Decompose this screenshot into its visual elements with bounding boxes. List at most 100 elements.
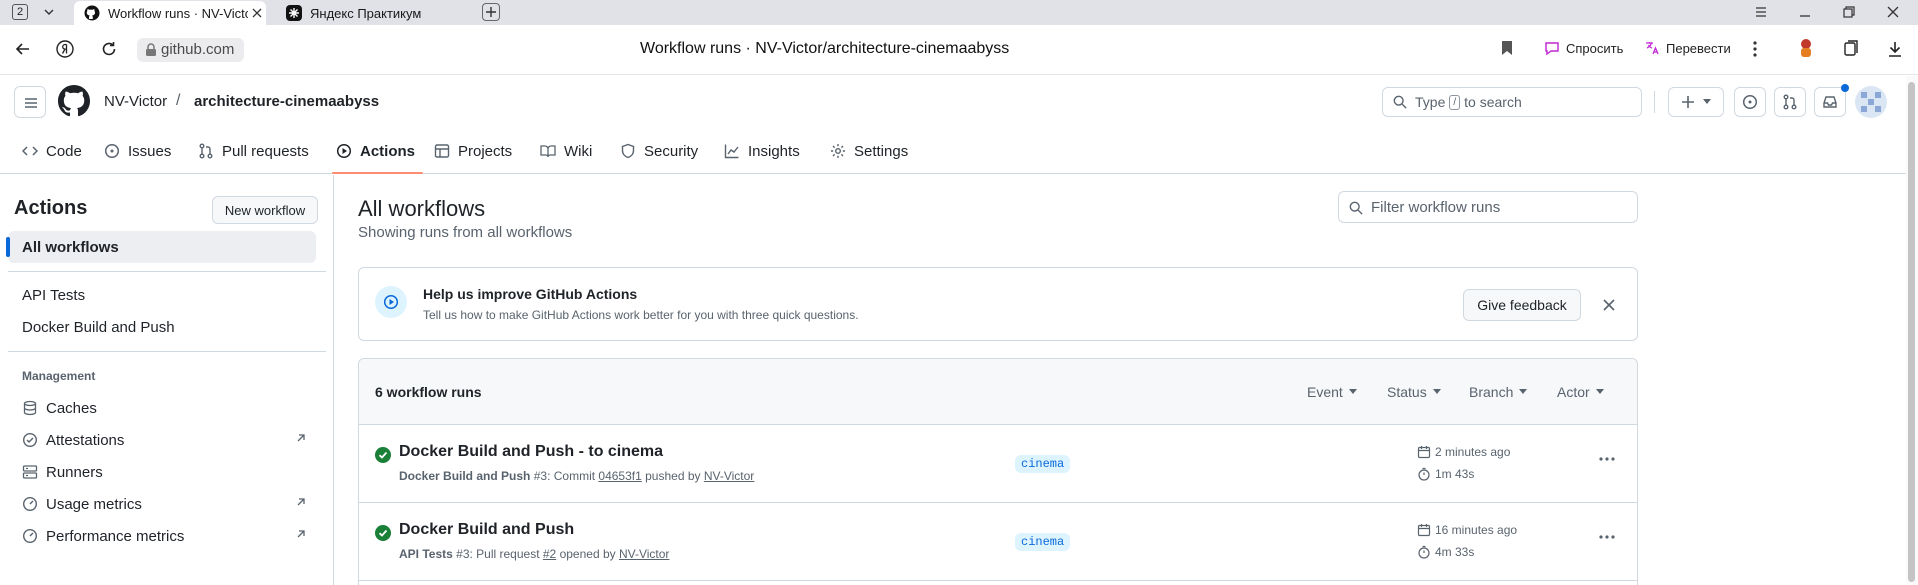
- tab-code[interactable]: Code: [22, 128, 82, 174]
- tab-insights[interactable]: Insights: [724, 128, 800, 174]
- sidebar-item-api-tests[interactable]: API Tests: [8, 279, 316, 311]
- sidebar-title: Actions: [14, 197, 88, 219]
- sidebar-item-attestations[interactable]: Attestations: [8, 424, 316, 456]
- notification-dot: [1841, 84, 1849, 92]
- plus-icon: [1681, 95, 1695, 109]
- sidebar-item-label: Attestations: [46, 431, 125, 449]
- tab-projects[interactable]: Projects: [434, 128, 512, 174]
- filter-runs-input[interactable]: Filter workflow runs: [1338, 191, 1638, 223]
- sidebar-item-usage-metrics[interactable]: Usage metrics: [8, 488, 316, 520]
- pull-request-link[interactable]: #2: [543, 547, 556, 561]
- run-title-link[interactable]: Docker Build and Push - to cinema: [399, 443, 663, 461]
- tab-security[interactable]: Security: [620, 128, 698, 174]
- repo-link[interactable]: architecture-cinemaabyss: [194, 93, 379, 110]
- close-icon[interactable]: [252, 8, 262, 18]
- tab-pull-requests[interactable]: Pull requests: [198, 128, 309, 174]
- address-page-title[interactable]: Workflow runs · NV-Victor/architecture-c…: [640, 40, 1009, 58]
- browser-tab-active[interactable]: Workflow runs · NV-Victor: [74, 1, 266, 25]
- run-number: #3: [533, 469, 548, 483]
- download-icon[interactable]: [1886, 40, 1904, 58]
- chevron-down-icon[interactable]: [43, 6, 55, 18]
- new-workflow-button[interactable]: New workflow: [212, 196, 318, 224]
- tab-label: Wiki: [564, 142, 593, 160]
- github-header: NV-Victor / architecture-cinemaabyss Typ…: [0, 76, 1918, 128]
- stopwatch-icon: [1417, 467, 1431, 481]
- kebab-horizontal-icon[interactable]: [1599, 457, 1615, 461]
- reload-icon[interactable]: [100, 40, 118, 58]
- translate-icon: [1644, 40, 1660, 56]
- divider: [8, 351, 326, 352]
- issues-button[interactable]: [1734, 87, 1766, 117]
- browser-tab-strip: 2 Workflow runs · NV-Victor Яндекс Практ…: [0, 0, 1918, 25]
- issue-opened-icon: [1742, 94, 1758, 110]
- feedback-banner: Help us improve GitHub Actions Tell us h…: [358, 267, 1638, 341]
- tab-settings[interactable]: Settings: [830, 128, 908, 174]
- shield-icon: [620, 143, 636, 159]
- host-pill[interactable]: github.com: [137, 38, 245, 62]
- triangle-down-icon: [1432, 389, 1441, 395]
- run-action: opened by: [556, 547, 619, 561]
- back-arrow-icon[interactable]: [14, 40, 32, 58]
- run-meta: API Tests #3: Pull request #2 opened by …: [399, 547, 669, 561]
- banner-title: Help us improve GitHub Actions: [423, 286, 638, 302]
- close-window-icon[interactable]: [1886, 5, 1900, 19]
- run-title-link[interactable]: Docker Build and Push: [399, 521, 574, 539]
- global-search-input[interactable]: Type / to search: [1382, 87, 1642, 117]
- run-duration: 1m 43s: [1417, 467, 1474, 481]
- triangle-down-icon: [1519, 389, 1528, 395]
- sidebar-item-runners[interactable]: Runners: [8, 456, 316, 488]
- close-icon[interactable]: [1603, 299, 1615, 311]
- create-new-button[interactable]: [1668, 87, 1724, 117]
- restore-icon[interactable]: [1842, 5, 1856, 19]
- inbox-button[interactable]: [1814, 84, 1849, 117]
- minimize-icon[interactable]: [1798, 5, 1812, 19]
- page-title: All workflows: [358, 196, 486, 221]
- commit-link[interactable]: 04653f1: [598, 469, 641, 483]
- branch-badge[interactable]: cinema: [1015, 533, 1071, 551]
- inbox-icon: [1822, 94, 1838, 110]
- tab-count-badge[interactable]: 2: [12, 4, 28, 20]
- verified-icon: [22, 432, 38, 448]
- bookmark-icon[interactable]: [1500, 40, 1514, 56]
- actor-link[interactable]: NV-Victor: [704, 469, 754, 483]
- menu-button[interactable]: [14, 86, 46, 118]
- kebab-horizontal-icon[interactable]: [1599, 535, 1615, 539]
- event-filter-dropdown[interactable]: Event: [1307, 384, 1357, 400]
- extension-icon[interactable]: [1796, 37, 1816, 59]
- calendar-icon: [1417, 523, 1431, 537]
- sidebar-item-all-workflows[interactable]: All workflows: [6, 231, 316, 263]
- actor-link[interactable]: NV-Victor: [619, 547, 669, 561]
- ask-label: Спросить: [1566, 40, 1624, 56]
- sidebar-item-label: Runners: [46, 463, 103, 481]
- more-vertical-icon[interactable]: [1752, 40, 1758, 58]
- pull-requests-button[interactable]: [1774, 87, 1806, 117]
- scrollbar-thumb[interactable]: [1908, 82, 1915, 582]
- dropdown-label: Branch: [1469, 384, 1514, 400]
- new-tab-button[interactable]: [482, 3, 500, 21]
- tab-issues[interactable]: Issues: [104, 128, 171, 174]
- owner-link[interactable]: NV-Victor: [104, 93, 167, 110]
- yandex-icon[interactable]: [56, 40, 74, 58]
- sidebar-item-docker-build-and-push[interactable]: Docker Build and Push: [8, 311, 316, 343]
- actor-filter-dropdown[interactable]: Actor: [1557, 384, 1604, 400]
- give-feedback-button[interactable]: Give feedback: [1463, 289, 1581, 321]
- sidebar-item-caches[interactable]: Caches: [8, 392, 316, 424]
- tab-actions[interactable]: Actions: [331, 128, 424, 174]
- tab-wiki[interactable]: Wiki: [540, 128, 592, 174]
- menu-icon[interactable]: [1754, 5, 1768, 19]
- sidebar-item-label: All workflows: [22, 238, 119, 256]
- ask-icon: [1544, 40, 1560, 56]
- branch-filter-dropdown[interactable]: Branch: [1469, 384, 1528, 400]
- ask-button[interactable]: Спросить: [1544, 40, 1623, 56]
- collections-icon[interactable]: [1842, 40, 1860, 58]
- run-action: pushed by: [641, 469, 704, 483]
- dropdown-label: Event: [1307, 384, 1343, 400]
- browser-tab[interactable]: Яндекс Практикум: [284, 1, 464, 25]
- status-filter-dropdown[interactable]: Status: [1387, 384, 1441, 400]
- avatar[interactable]: [1855, 86, 1887, 118]
- translate-button[interactable]: Перевести: [1644, 40, 1731, 56]
- sidebar-item-performance-metrics[interactable]: Performance metrics: [8, 520, 316, 552]
- branch-badge[interactable]: cinema: [1015, 455, 1071, 473]
- runs-count: 6 workflow runs: [375, 384, 482, 400]
- github-logo-icon[interactable]: [58, 85, 90, 117]
